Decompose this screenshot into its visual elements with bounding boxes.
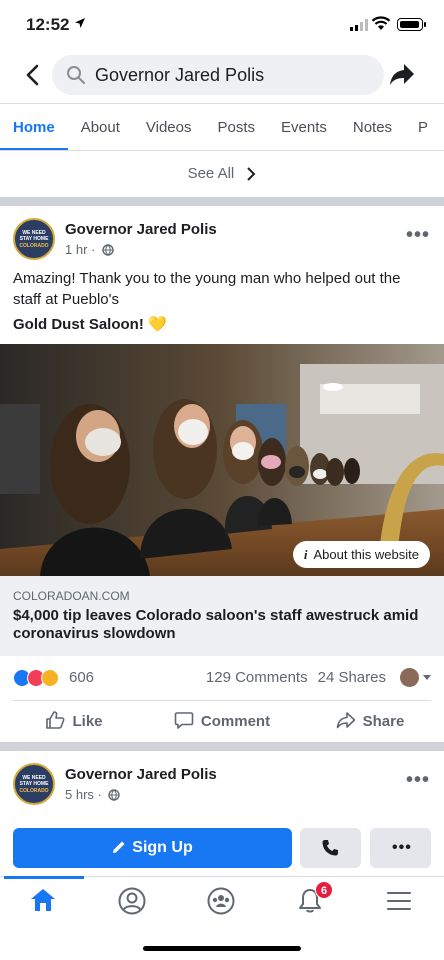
tab-partial[interactable]: P bbox=[418, 104, 428, 150]
share-label: Share bbox=[362, 713, 405, 730]
about-website-label: About this website bbox=[313, 547, 419, 562]
share-button[interactable]: Share bbox=[296, 705, 444, 739]
pencil-icon bbox=[113, 841, 125, 853]
search-header: Governor Jared Polis bbox=[0, 55, 444, 95]
reactions-summary[interactable]: 606 129 Comments 24 Shares bbox=[0, 664, 444, 694]
nav-profile[interactable] bbox=[89, 877, 177, 927]
post-author[interactable]: Governor Jared Polis bbox=[65, 221, 217, 238]
more-options-icon[interactable]: ••• bbox=[406, 769, 430, 792]
post-time[interactable]: 5 hrs bbox=[65, 787, 94, 802]
thumbs-up-icon bbox=[46, 711, 65, 729]
status-time: 12:52 bbox=[26, 15, 70, 34]
menu-icon bbox=[387, 892, 411, 910]
avatar-text-2: STAY HOME bbox=[19, 781, 49, 787]
status-bar: 12:52 bbox=[0, 0, 444, 48]
post-meta: 1 hr · bbox=[65, 242, 114, 257]
tab-home[interactable]: Home bbox=[0, 104, 68, 150]
post-separator bbox=[0, 742, 444, 751]
search-query: Governor Jared Polis bbox=[95, 65, 265, 85]
post-time[interactable]: 1 hr bbox=[65, 242, 87, 257]
globe-icon bbox=[108, 789, 121, 801]
see-all-link[interactable]: See All bbox=[0, 152, 444, 196]
comments-count[interactable]: 129 Comments bbox=[206, 669, 308, 686]
info-icon: i bbox=[303, 547, 308, 562]
section-divider bbox=[0, 197, 444, 206]
share-arrow-icon[interactable] bbox=[388, 62, 416, 88]
chevron-right-icon bbox=[247, 167, 256, 181]
post-text-bold: Gold Dust Saloon! 💛 bbox=[13, 314, 431, 335]
nav-menu[interactable] bbox=[356, 877, 444, 927]
post-image[interactable]: i About this website bbox=[0, 344, 444, 576]
like-button[interactable]: Like bbox=[0, 705, 148, 739]
post-text: Amazing! Thank you to the young man who … bbox=[13, 268, 431, 335]
sign-up-button[interactable]: Sign Up bbox=[13, 828, 292, 868]
wow-reaction-icon bbox=[41, 669, 59, 687]
back-arrow-icon[interactable] bbox=[20, 62, 46, 88]
battery-icon bbox=[397, 18, 426, 31]
more-dots-icon: ••• bbox=[392, 839, 412, 856]
call-button[interactable] bbox=[300, 828, 361, 868]
engagement-counts: 129 Comments 24 Shares bbox=[206, 669, 386, 686]
nav-groups[interactable] bbox=[178, 877, 266, 927]
nav-home[interactable] bbox=[0, 876, 88, 927]
comment-button[interactable]: Comment bbox=[148, 705, 296, 739]
avatar-text-3: COLORADO bbox=[19, 243, 49, 249]
see-all-label: See All bbox=[187, 165, 235, 182]
reaction-icons bbox=[13, 669, 59, 687]
phone-icon bbox=[322, 840, 338, 856]
tab-posts[interactable]: Posts bbox=[217, 104, 255, 150]
caret-down-icon[interactable] bbox=[423, 675, 431, 680]
tab-about[interactable]: About bbox=[81, 104, 120, 150]
post-author[interactable]: Governor Jared Polis bbox=[65, 766, 217, 783]
groups-icon bbox=[207, 887, 235, 915]
link-headline: $4,000 tip leaves Colorado saloon's staf… bbox=[13, 607, 419, 642]
link-preview[interactable]: COLORADOAN.COM $4,000 tip leaves Colorad… bbox=[0, 576, 444, 656]
more-options-icon[interactable]: ••• bbox=[406, 224, 430, 247]
profile-icon bbox=[118, 887, 146, 915]
yellow-heart-emoji: 💛 bbox=[148, 316, 167, 333]
like-label: Like bbox=[72, 713, 103, 730]
reactor-avatar[interactable] bbox=[400, 668, 419, 687]
post-text-bold-label: Gold Dust Saloon! bbox=[13, 316, 144, 333]
signal-icon bbox=[350, 19, 368, 31]
avatar[interactable]: WE NEED STAY HOME COLORADO bbox=[13, 218, 55, 260]
post-meta: 5 hrs · bbox=[65, 787, 121, 802]
search-input[interactable]: Governor Jared Polis bbox=[52, 55, 384, 95]
globe-icon bbox=[102, 244, 114, 256]
post-header: WE NEED STAY HOME COLORADO Governor Jare… bbox=[0, 218, 444, 268]
reaction-count: 606 bbox=[69, 669, 95, 686]
page-cta-bar: Sign Up ••• bbox=[0, 828, 444, 869]
avatar-text-3: COLORADO bbox=[19, 788, 49, 794]
notification-badge: 6 bbox=[315, 881, 333, 899]
shares-count[interactable]: 24 Shares bbox=[318, 669, 386, 686]
page-tabs: Home About Videos Posts Events Notes P bbox=[0, 103, 444, 151]
about-website-button[interactable]: i About this website bbox=[292, 541, 430, 568]
home-icon bbox=[31, 889, 55, 911]
comment-label: Comment bbox=[200, 713, 271, 730]
post-actions: Like Comment Share bbox=[0, 705, 444, 739]
sign-up-label: Sign Up bbox=[132, 839, 193, 856]
bottom-nav: 6 bbox=[0, 876, 444, 926]
tab-videos[interactable]: Videos bbox=[146, 104, 192, 150]
location-arrow-icon bbox=[75, 18, 85, 28]
avatar-text-2: STAY HOME bbox=[19, 236, 49, 242]
share-icon bbox=[336, 712, 355, 729]
post-header-2: WE NEED STAY HOME COLORADO Governor Jare… bbox=[0, 763, 444, 813]
tab-notes[interactable]: Notes bbox=[353, 104, 392, 150]
link-domain: COLORADOAN.COM bbox=[13, 589, 130, 603]
home-indicator bbox=[143, 946, 301, 951]
post-text-body: Amazing! Thank you to the young man who … bbox=[13, 270, 401, 308]
search-icon bbox=[67, 66, 85, 84]
divider bbox=[13, 700, 431, 701]
more-actions-button[interactable]: ••• bbox=[370, 828, 431, 868]
nav-notifications[interactable]: 6 bbox=[267, 877, 355, 927]
wifi-icon bbox=[371, 16, 391, 30]
avatar[interactable]: WE NEED STAY HOME COLORADO bbox=[13, 763, 55, 805]
comment-icon bbox=[174, 712, 194, 729]
tab-events[interactable]: Events bbox=[281, 104, 327, 150]
